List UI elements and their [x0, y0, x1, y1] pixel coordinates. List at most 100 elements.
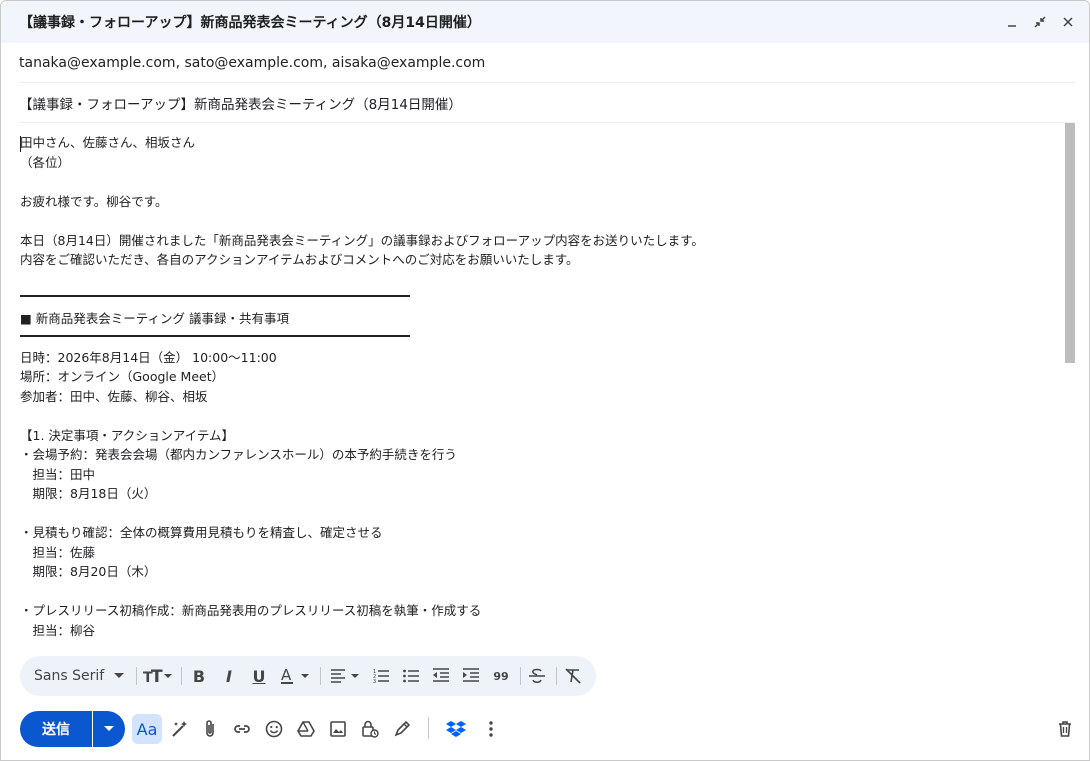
- body-text-line: 期限：8月20日（木）: [20, 564, 157, 579]
- link-icon: [232, 719, 252, 739]
- numbered-list-icon: 1 2 3: [372, 667, 390, 685]
- drive-icon: [296, 719, 316, 739]
- body-text-line: （各位）: [20, 154, 71, 170]
- underline-icon: U: [252, 666, 266, 686]
- subject-field[interactable]: 【議事録・フォローアップ】新商品発表会ミーティング（8月14日開催）: [19, 83, 1075, 123]
- close-button[interactable]: [1054, 1, 1082, 43]
- strikethrough-button[interactable]: [524, 656, 550, 696]
- bulleted-list-button[interactable]: [398, 656, 424, 696]
- formatting-toolbar: Sans Serif T T B I U A 1 2 3 99: [20, 656, 596, 696]
- italic-icon: I: [226, 666, 232, 686]
- numbered-list-button[interactable]: 1 2 3: [368, 656, 394, 696]
- body-text-line: 【1. 決定事項・アクションアイテム】: [20, 427, 235, 443]
- body-text-line: 期限：8月18日（火）: [20, 486, 157, 501]
- exit-fullscreen-button[interactable]: [1026, 1, 1054, 43]
- body-text-line: ・見積もり確認：全体の概算費用見積もりを精査し、確定させる: [20, 525, 383, 540]
- close-icon: [1061, 15, 1075, 29]
- exit-fullscreen-icon: [1033, 15, 1047, 29]
- body-text-line: 田中さん、佐藤さん、相坂さん: [20, 135, 196, 150]
- help-me-write-button[interactable]: [165, 714, 195, 744]
- message-body[interactable]: 田中さん、佐藤さん、相坂さん （各位） お疲れ様です。柳谷です。本日（8月14日）開…: [1, 124, 1075, 644]
- body-text-line: 参加者：田中、佐藤、柳谷、相坂: [20, 388, 208, 404]
- confidential-icon: [360, 719, 380, 739]
- chevron-down-icon: [114, 673, 125, 679]
- body-text-line: ・会場予約：発表会会場（都内カンファレンスホール）の本予約手続きを行う: [20, 447, 457, 462]
- body-text-line: ・プレスリリース初稿作成：新商品発表用のプレスリリース初稿を執筆・作成する: [20, 603, 482, 618]
- trash-icon: [1056, 720, 1074, 738]
- svg-text:3: 3: [373, 679, 376, 685]
- body-text-line: 担当：柳谷: [20, 622, 96, 638]
- attach-file-button[interactable]: [195, 714, 225, 744]
- font-family-value: Sans Serif: [34, 668, 105, 684]
- toolbar-divider: [556, 667, 557, 685]
- body-text-line: 場所：オンライン（Google Meet）: [20, 369, 225, 384]
- insert-drive-file-button[interactable]: [291, 714, 321, 744]
- dropbox-button[interactable]: [441, 714, 471, 744]
- underline-button[interactable]: U: [246, 656, 272, 696]
- svg-text:T: T: [151, 667, 163, 685]
- horizontal-rule: [20, 295, 410, 297]
- horizontal-rule: [20, 335, 410, 337]
- toolbar-divider: [320, 667, 321, 685]
- body-text-line: 内容をご確認いただき、各自のアクションアイテムおよびコメントへのご対応をお願いい…: [20, 252, 579, 267]
- insert-signature-button[interactable]: [387, 714, 417, 744]
- dropbox-icon: [446, 720, 466, 738]
- confidential-mode-button[interactable]: [355, 714, 385, 744]
- body-text-line: お疲れ様です。柳谷です。: [20, 193, 168, 209]
- quote-icon: 99: [493, 669, 509, 683]
- font-size-icon: T T: [142, 667, 174, 685]
- bulleted-list-icon: [402, 667, 420, 685]
- align-button[interactable]: [326, 656, 366, 696]
- bold-icon: B: [192, 666, 206, 686]
- send-button[interactable]: 送信: [20, 711, 92, 747]
- italic-button[interactable]: I: [216, 656, 242, 696]
- text-color-button[interactable]: A: [276, 656, 316, 696]
- compose-title-bar[interactable]: 【議事録・フォローアップ】新商品発表会ミーティング（8月14日開催）: [1, 1, 1089, 43]
- body-scrollbar[interactable]: [1065, 123, 1075, 363]
- indent-less-icon: [432, 667, 450, 685]
- toolbar-divider: [428, 717, 429, 739]
- formatting-options-button[interactable]: Aa: [132, 714, 162, 744]
- body-text-line: 日時：2026年8月14日（金） 10:00～11:00: [20, 349, 277, 365]
- body-text-line: 担当：田中: [20, 466, 96, 482]
- more-send-options-icon: [104, 726, 114, 732]
- more-options-icon: [488, 720, 494, 738]
- font-size-button[interactable]: T T: [140, 656, 176, 696]
- recipients-field[interactable]: tanaka@example.com, sato@example.com, ai…: [19, 43, 1075, 83]
- body-text-line: ■ 新商品発表会ミーティング 議事録・共有事項: [20, 310, 290, 326]
- minimize-button[interactable]: [998, 1, 1026, 43]
- text-color-icon: A: [279, 667, 313, 685]
- more-send-options-button[interactable]: [93, 711, 125, 747]
- toolbar-divider: [136, 667, 137, 685]
- more-options-button[interactable]: [476, 714, 506, 744]
- help-me-write-icon: [170, 719, 190, 739]
- compose-window: 【議事録・フォローアップ】新商品発表会ミーティング（8月14日開催） tanak…: [0, 0, 1090, 761]
- photo-icon: [328, 719, 348, 739]
- toolbar-divider: [520, 667, 521, 685]
- quote-button[interactable]: 99: [488, 656, 514, 696]
- emoji-icon: [264, 719, 284, 739]
- remove-formatting-icon: [564, 667, 582, 685]
- compose-title: 【議事録・フォローアップ】新商品発表会ミーティング（8月14日開催）: [19, 15, 481, 31]
- font-family-select[interactable]: Sans Serif: [34, 656, 125, 696]
- indent-more-button[interactable]: [458, 656, 484, 696]
- insert-photo-button[interactable]: [323, 714, 353, 744]
- minimize-icon: [1005, 15, 1019, 29]
- insert-emoji-button[interactable]: [259, 714, 289, 744]
- attach-icon: [200, 719, 220, 739]
- align-icon: [329, 667, 363, 685]
- body-text-line: 本日（8月14日）開催されました「新商品発表会ミーティング」の議事録およびフォロ…: [20, 232, 704, 248]
- remove-formatting-button[interactable]: [560, 656, 586, 696]
- discard-draft-button[interactable]: [1050, 714, 1080, 744]
- compose-bottom-toolbar: 送信 Aa: [1, 701, 1089, 756]
- body-text-line: 担当：佐藤: [20, 544, 96, 560]
- insert-link-button[interactable]: [227, 714, 257, 744]
- strikethrough-icon: [528, 667, 546, 685]
- toolbar-divider: [181, 667, 182, 685]
- formatting-options-icon: Aa: [136, 719, 158, 739]
- indent-less-button[interactable]: [428, 656, 454, 696]
- svg-text:A: A: [281, 667, 292, 684]
- signature-icon: [392, 719, 412, 739]
- indent-more-icon: [462, 667, 480, 685]
- bold-button[interactable]: B: [186, 656, 212, 696]
